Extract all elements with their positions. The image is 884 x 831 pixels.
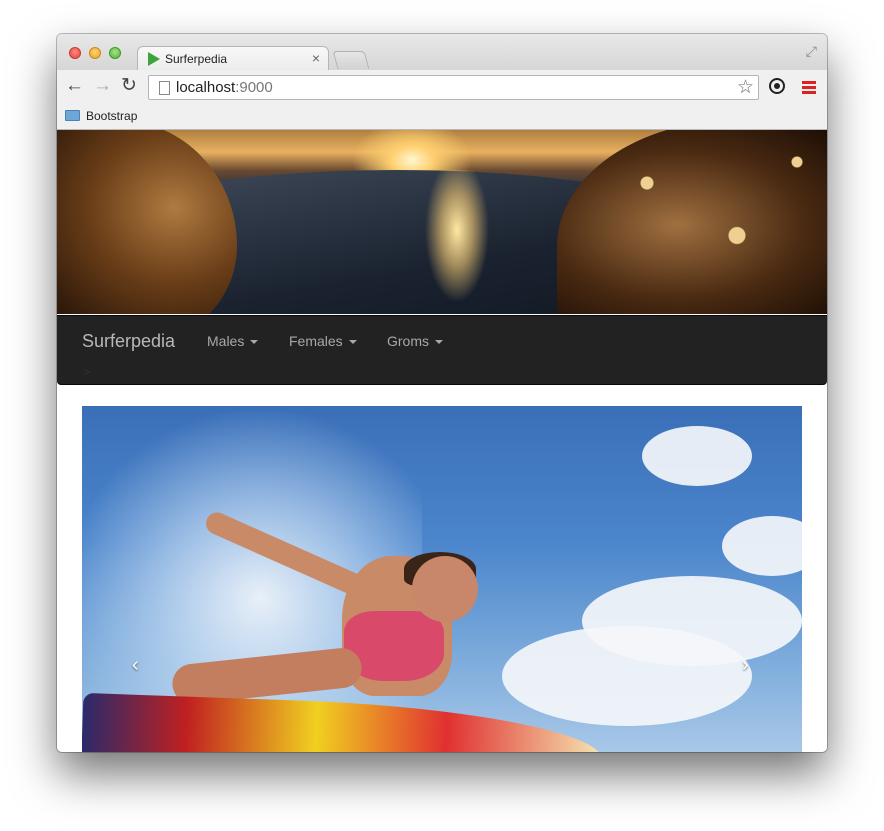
- cloud: [722, 516, 802, 576]
- new-tab-button[interactable]: [332, 51, 370, 69]
- nav-females-label: Females: [289, 333, 343, 349]
- fullscreen-icon[interactable]: ⤢: [806, 43, 817, 60]
- reload-icon[interactable]: ↻: [121, 75, 137, 97]
- window-minimize-button[interactable]: [89, 47, 101, 59]
- carousel-next-chevron-icon[interactable]: ›: [742, 654, 749, 677]
- page-viewport: Surferpedia Males Females Groms > ‹ ›: [57, 130, 827, 752]
- hero-wave-left: [57, 130, 237, 314]
- navbar-brand[interactable]: Surferpedia: [82, 331, 175, 352]
- window-close-button[interactable]: [69, 47, 81, 59]
- hero-sun-glint: [397, 170, 517, 314]
- carousel-prev-chevron-icon[interactable]: ‹: [132, 654, 139, 677]
- hero-wave-right: [557, 130, 827, 314]
- nav-groms-label: Groms: [387, 333, 429, 349]
- tab-title: Surferpedia: [165, 52, 228, 66]
- url-host: localhost: [176, 79, 236, 96]
- folder-icon: [65, 110, 80, 121]
- menu-icon[interactable]: [802, 81, 816, 96]
- caret-down-icon: [348, 340, 357, 345]
- bookmarks-bar: Bootstrap: [57, 104, 827, 130]
- tab-close-icon[interactable]: ×: [312, 50, 320, 66]
- browser-window: Surferpedia × ⤢ ← → ↻ localhost:9000 ☆ B…: [57, 34, 827, 752]
- back-arrow-icon[interactable]: ←: [65, 75, 84, 97]
- window-maximize-button[interactable]: [109, 47, 121, 59]
- surfer-head: [412, 556, 478, 622]
- tab-strip: Surferpedia × ⤢: [57, 34, 827, 71]
- hero-banner-image: [57, 130, 827, 314]
- caret-down-icon: [250, 340, 259, 345]
- url-port: :9000: [235, 79, 273, 96]
- page-icon: [159, 81, 170, 95]
- cloud: [502, 626, 752, 726]
- caret-down-icon: [435, 340, 443, 345]
- extension-icon[interactable]: [769, 78, 785, 94]
- browser-tab[interactable]: Surferpedia ×: [137, 46, 329, 71]
- navbar: Surferpedia Males Females Groms >: [57, 315, 827, 385]
- play-favicon-icon: [148, 52, 160, 66]
- breadcrumb: >: [83, 365, 91, 379]
- url-text[interactable]: localhost:9000: [176, 79, 273, 96]
- nav-females-dropdown[interactable]: Females: [289, 333, 357, 349]
- forward-arrow-icon[interactable]: →: [93, 75, 112, 97]
- cloud: [642, 426, 752, 486]
- nav-groms-dropdown[interactable]: Groms: [387, 333, 443, 349]
- browser-toolbar: ← → ↻ localhost:9000 ☆: [57, 70, 827, 104]
- image-carousel[interactable]: ‹ ›: [82, 406, 802, 752]
- nav-males-dropdown[interactable]: Males: [207, 333, 259, 349]
- bookmark-star-icon[interactable]: ☆: [737, 76, 754, 99]
- address-bar[interactable]: localhost:9000 ☆: [148, 75, 759, 100]
- bookmark-bootstrap[interactable]: Bootstrap: [86, 109, 137, 123]
- nav-males-label: Males: [207, 333, 245, 349]
